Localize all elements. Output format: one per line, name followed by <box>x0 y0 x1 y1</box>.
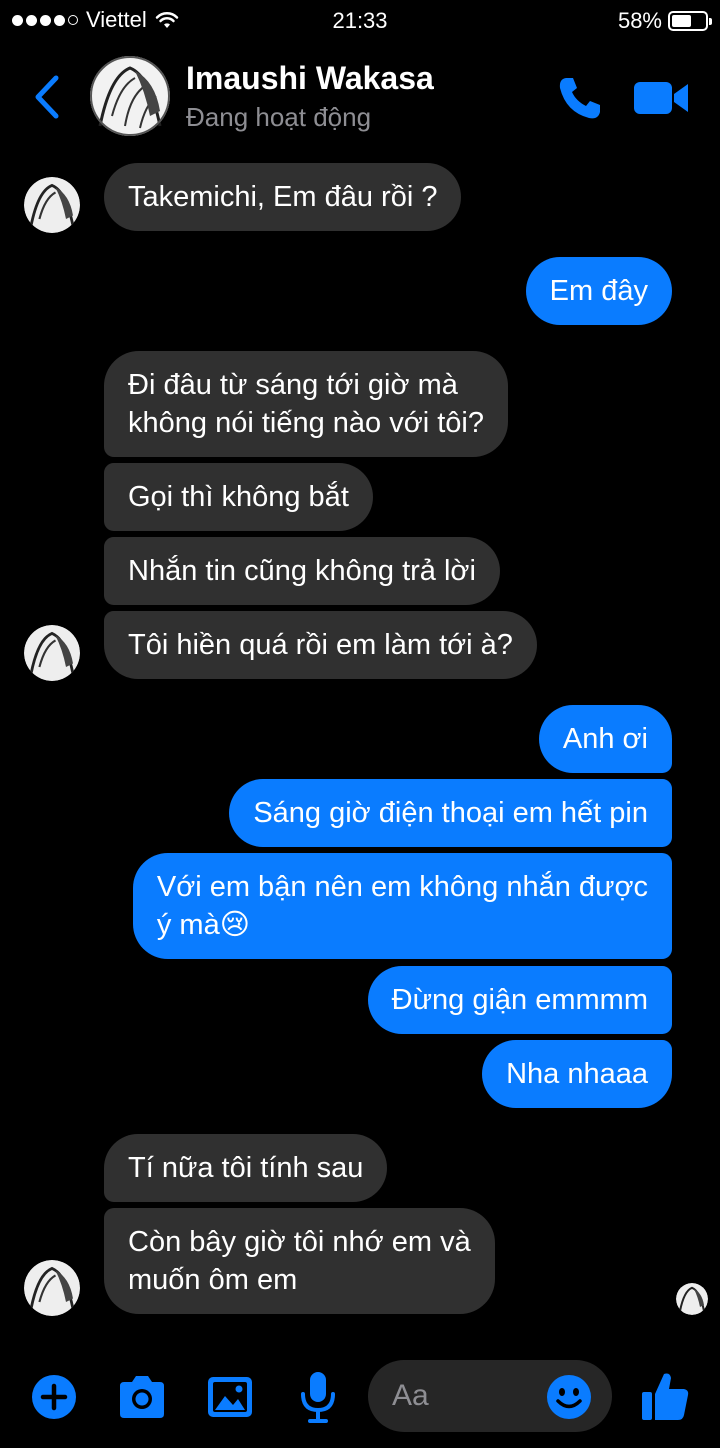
camera-icon[interactable] <box>116 1370 168 1424</box>
phone-icon[interactable] <box>556 74 604 122</box>
status-right: 58% <box>617 8 712 34</box>
message-outgoing[interactable]: Với em bận nên em không nhắn được ý mà😢 <box>132 853 672 959</box>
message-incoming[interactable]: Nhắn tin cũng không trả lời <box>104 537 500 605</box>
contact-status: Đang hoạt động <box>186 102 372 132</box>
message-outgoing[interactable]: Sáng giờ điện thoại em hết pin <box>229 779 672 847</box>
gallery-icon[interactable] <box>206 1370 254 1424</box>
message-outgoing[interactable]: Em đây <box>525 257 672 325</box>
sender-avatar[interactable] <box>24 1260 80 1316</box>
message-incoming[interactable]: Đi đâu từ sáng tới giờ mà không nói tiến… <box>104 351 508 457</box>
battery-percent: 58% <box>617 8 662 33</box>
message-incoming[interactable]: Tôi hiền quá rồi em làm tới à? <box>104 611 537 679</box>
back-chevron-icon[interactable] <box>28 72 68 122</box>
video-camera-icon[interactable] <box>632 76 690 120</box>
message-outgoing[interactable]: Nha nhaaa <box>482 1040 672 1108</box>
message-incoming[interactable]: Takemichi, Em đâu rồi ? <box>104 163 462 231</box>
sender-avatar[interactable] <box>24 177 80 233</box>
battery-icon <box>668 11 712 31</box>
emoji-icon[interactable] <box>546 1374 592 1420</box>
thumbs-up-icon[interactable] <box>640 1370 690 1422</box>
sender-avatar[interactable] <box>24 625 80 681</box>
status-bar: Viettel 21:33 58% <box>0 0 720 40</box>
message-incoming[interactable]: Còn bây giờ tôi nhớ em và muốn ôm em <box>104 1208 495 1314</box>
message-outgoing[interactable]: Đừng giận emmmm <box>367 966 672 1034</box>
message-outgoing[interactable]: Anh ơi <box>538 705 672 773</box>
message-incoming[interactable]: Tí nữa tôi tính sau <box>104 1134 388 1202</box>
plus-icon[interactable] <box>30 1370 78 1424</box>
contact-avatar[interactable] <box>90 56 170 136</box>
microphone-icon[interactable] <box>298 1370 338 1424</box>
status-time: 21:33 <box>332 8 388 33</box>
message-incoming[interactable]: Gọi thì không bắt <box>104 463 373 531</box>
contact-name[interactable]: Imaushi Wakasa <box>186 60 434 97</box>
seen-receipt-avatar <box>676 1283 708 1315</box>
battery-fill <box>672 15 691 27</box>
